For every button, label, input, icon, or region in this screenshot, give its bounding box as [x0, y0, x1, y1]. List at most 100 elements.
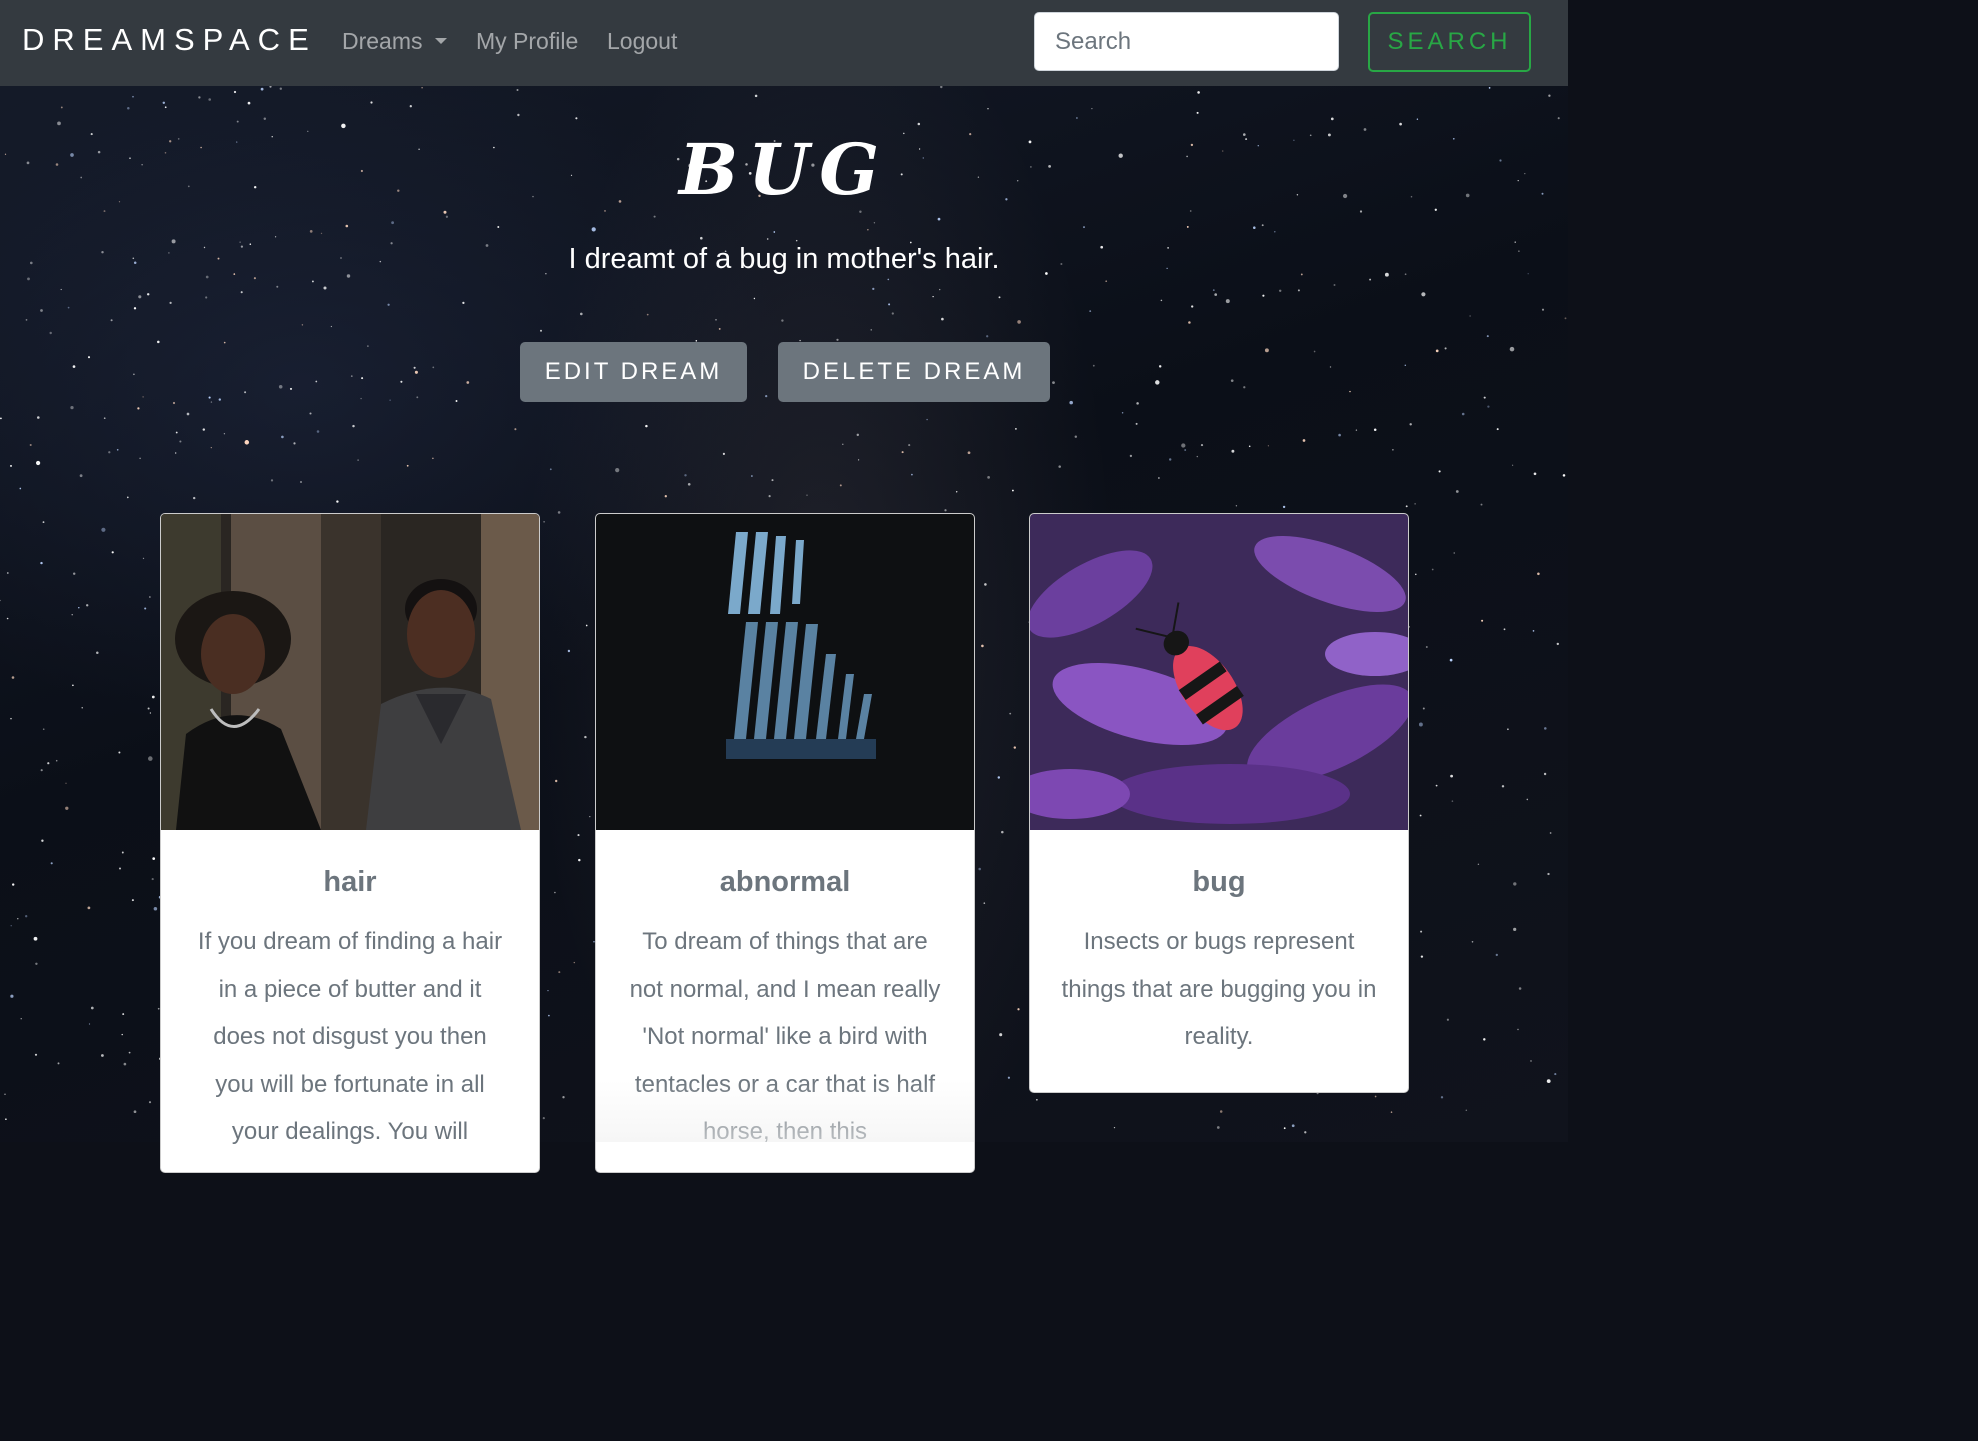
search-input[interactable] — [1034, 12, 1339, 71]
star — [19, 487, 22, 490]
star — [1052, 381, 1055, 384]
star — [413, 366, 416, 369]
star — [409, 105, 412, 108]
star — [842, 443, 844, 446]
star — [293, 442, 296, 445]
star — [179, 440, 182, 443]
star — [1404, 364, 1407, 367]
star — [577, 834, 580, 837]
nav-logout[interactable]: Logout — [607, 28, 677, 55]
star — [558, 971, 561, 974]
star — [1390, 1111, 1393, 1113]
star — [260, 87, 264, 91]
star — [549, 468, 552, 471]
star — [175, 431, 178, 434]
star — [1168, 458, 1172, 461]
star — [1418, 722, 1423, 727]
star — [67, 306, 70, 309]
star — [1541, 308, 1545, 311]
star — [25, 319, 28, 321]
symbol-card-bug[interactable]: bug Insects or bugs represent things tha… — [1029, 513, 1409, 1093]
chevron-down-icon — [434, 38, 447, 44]
nav-dreams-dropdown[interactable]: Dreams — [342, 28, 447, 55]
star — [101, 527, 106, 532]
star — [646, 313, 649, 316]
star — [391, 221, 394, 225]
symbol-card-hair[interactable]: hair If you dream of finding a hair in a… — [160, 513, 540, 1173]
star — [1513, 927, 1517, 932]
star — [309, 230, 313, 233]
star — [1089, 310, 1092, 312]
nav-my-profile[interactable]: My Profile — [476, 28, 578, 55]
star — [1451, 800, 1454, 802]
edit-dream-button[interactable]: EDIT DREAM — [520, 342, 747, 402]
star — [316, 430, 320, 433]
brand-logo[interactable]: DREAMSPACE — [22, 22, 317, 58]
star — [50, 862, 53, 865]
star — [795, 239, 798, 242]
star — [1196, 455, 1199, 458]
star — [132, 95, 134, 98]
card-image-abnormal — [596, 514, 974, 830]
star — [1007, 1076, 1011, 1079]
star — [1557, 117, 1560, 120]
star — [41, 839, 44, 842]
star — [579, 312, 583, 316]
star — [133, 1110, 137, 1114]
star — [1526, 798, 1529, 801]
delete-dream-button[interactable]: DELETE DREAM — [778, 342, 1050, 402]
star — [122, 1013, 125, 1016]
star — [1415, 573, 1417, 576]
star — [1191, 305, 1194, 308]
star — [872, 287, 875, 291]
star — [540, 329, 542, 332]
star — [554, 891, 556, 894]
star — [751, 475, 753, 477]
star — [10, 994, 14, 998]
star — [276, 285, 279, 288]
star — [0, 599, 1, 602]
star — [116, 448, 119, 451]
star — [1507, 728, 1509, 731]
star — [6, 572, 9, 574]
star — [944, 509, 947, 512]
star — [153, 906, 158, 911]
star — [888, 303, 891, 306]
star — [400, 380, 403, 383]
star — [548, 1014, 550, 1017]
star — [352, 424, 355, 428]
star — [940, 86, 943, 89]
star — [42, 728, 45, 731]
star — [139, 457, 141, 460]
star — [1477, 863, 1480, 866]
star — [323, 286, 327, 290]
star — [47, 762, 50, 765]
search-button[interactable]: SEARCH — [1368, 12, 1531, 72]
star — [12, 883, 15, 886]
star — [1564, 317, 1567, 320]
star — [1214, 293, 1218, 296]
star — [1355, 429, 1358, 431]
star — [1330, 117, 1334, 121]
star — [765, 394, 768, 398]
dream-title: BUG — [679, 128, 889, 211]
star — [1329, 366, 1332, 368]
star — [27, 277, 30, 281]
star — [1453, 552, 1455, 554]
star — [1011, 489, 1014, 492]
symbol-card-abnormal[interactable]: abnormal To dream of things that are not… — [595, 513, 975, 1173]
star — [1230, 379, 1234, 383]
star — [1278, 289, 1282, 293]
star — [1544, 727, 1547, 730]
star — [186, 412, 190, 416]
star — [1517, 1028, 1519, 1031]
star — [301, 324, 304, 326]
star — [311, 280, 314, 283]
star — [1530, 1060, 1532, 1062]
star — [462, 301, 465, 305]
star — [1282, 505, 1286, 509]
star — [1496, 428, 1499, 431]
star — [370, 101, 373, 104]
star — [1450, 774, 1453, 778]
nav-dreams-label: Dreams — [342, 28, 423, 54]
